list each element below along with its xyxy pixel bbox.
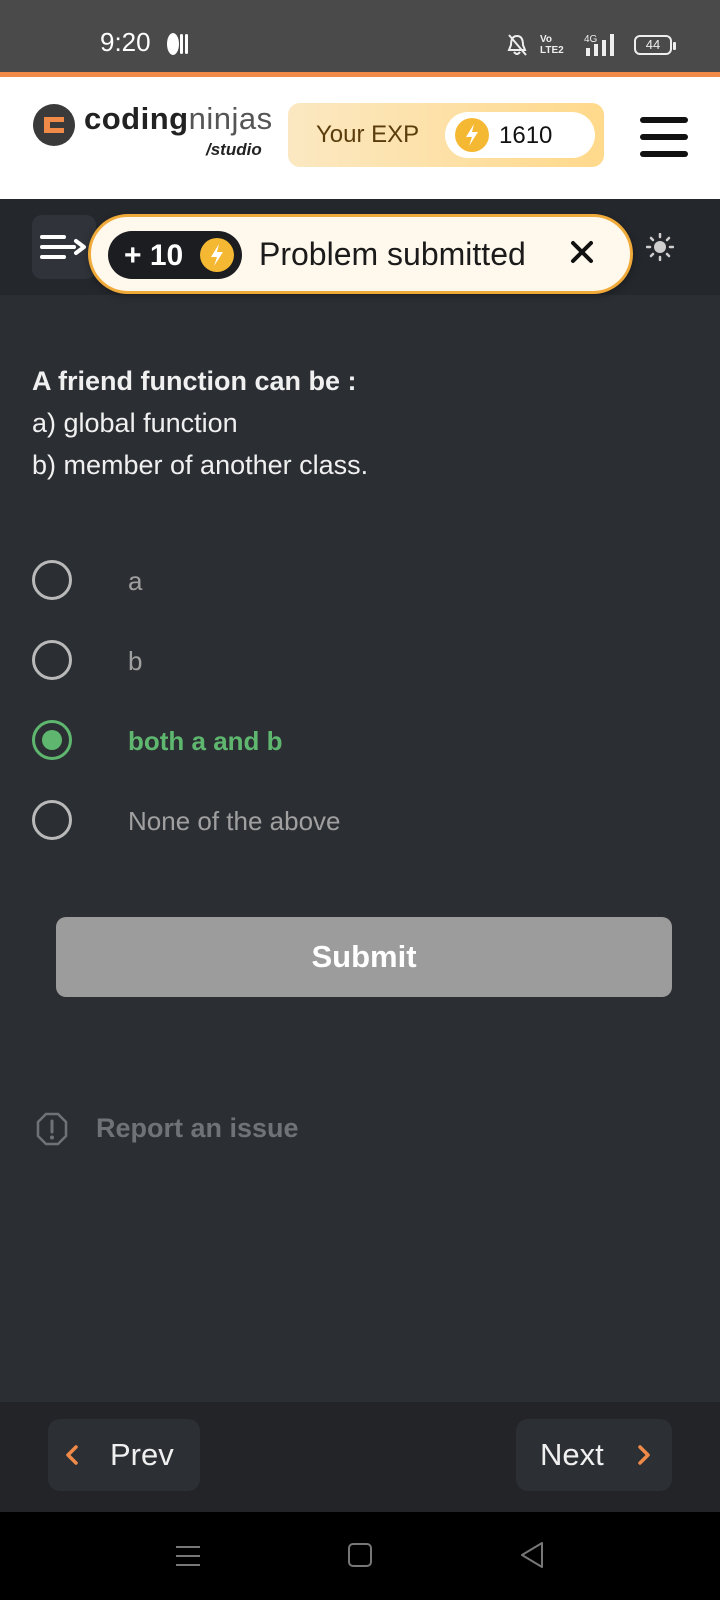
option-label: b: [128, 646, 143, 676]
battery-icon: 44: [634, 35, 676, 55]
recents-menu-icon[interactable]: [174, 1542, 202, 1570]
option-label: both a and b: [128, 726, 283, 756]
option-label: a: [128, 566, 143, 596]
option-label: None of the above: [128, 806, 341, 836]
question-line: a) global function: [32, 408, 238, 438]
exp-gain-text: + 10: [124, 239, 184, 272]
exp-label: Your EXP: [316, 121, 420, 148]
hamburger-menu-icon[interactable]: [640, 117, 688, 157]
exp-value: 1610: [499, 122, 553, 149]
question-line: b) member of another class.: [32, 450, 369, 480]
submit-button[interactable]: Submit: [56, 917, 672, 997]
exp-gain-badge: + 10: [108, 231, 242, 279]
option-b[interactable]: b: [32, 640, 692, 680]
chevron-right-icon: [638, 1445, 650, 1465]
chevron-left-icon: [66, 1445, 78, 1465]
submission-toast: + 10 Problem submitted: [88, 214, 633, 294]
brand-sub: /studio: [206, 140, 262, 159]
prev-label: Prev: [110, 1437, 174, 1472]
back-triangle-icon[interactable]: [518, 1540, 546, 1570]
app-header: codingninjas /studio Your EXP 1610: [0, 77, 720, 199]
exp-value-pill: 1610: [445, 112, 595, 158]
next-label: Next: [540, 1437, 604, 1472]
question-navigation: Prev Next: [0, 1402, 720, 1512]
radio-button[interactable]: [32, 640, 72, 680]
volte-icon: Vo LTE2: [540, 34, 564, 56]
question-text: A friend function can be : a) global fun…: [32, 360, 692, 486]
question-title: A friend function can be :: [32, 366, 357, 396]
exp-box[interactable]: Your EXP 1610: [288, 103, 604, 167]
system-navigation-bar: [0, 1512, 720, 1600]
brand-bold: coding: [84, 101, 189, 136]
prev-button[interactable]: Prev: [48, 1419, 200, 1491]
option-both[interactable]: both a and b: [32, 720, 692, 760]
home-square-icon[interactable]: [346, 1541, 374, 1569]
close-icon[interactable]: [565, 235, 599, 269]
radio-button-selected[interactable]: [32, 720, 72, 760]
option-a[interactable]: a: [32, 560, 692, 600]
status-time: 9:20: [100, 27, 151, 57]
lightning-icon: [455, 118, 489, 152]
theme-toggle-sun-icon[interactable]: [646, 233, 674, 261]
recording-pill-icon: [167, 33, 188, 55]
next-button[interactable]: Next: [516, 1419, 672, 1491]
alert-octagon-icon: [36, 1112, 68, 1146]
brand-light: ninjas: [188, 101, 273, 136]
status-bar: 9:20 Vo LTE2 4G 44: [0, 0, 720, 72]
collapse-panel-icon: [40, 235, 86, 259]
signal-4g-icon: 4G: [584, 34, 614, 56]
status-icons: Vo LTE2 4G 44: [506, 30, 676, 60]
toast-message: Problem submitted: [259, 236, 526, 272]
brand-name: codingninjas: [84, 101, 273, 137]
radio-button[interactable]: [32, 800, 72, 840]
report-issue-label: Report an issue: [96, 1113, 299, 1143]
bell-muted-icon: [507, 34, 527, 56]
coding-ninjas-logo[interactable]: [32, 103, 76, 147]
radio-button[interactable]: [32, 560, 72, 600]
lightning-icon: [200, 238, 234, 272]
collapse-panel-button[interactable]: [32, 215, 96, 279]
svg-text:4G: 4G: [584, 34, 598, 45]
option-none[interactable]: None of the above: [32, 800, 692, 840]
